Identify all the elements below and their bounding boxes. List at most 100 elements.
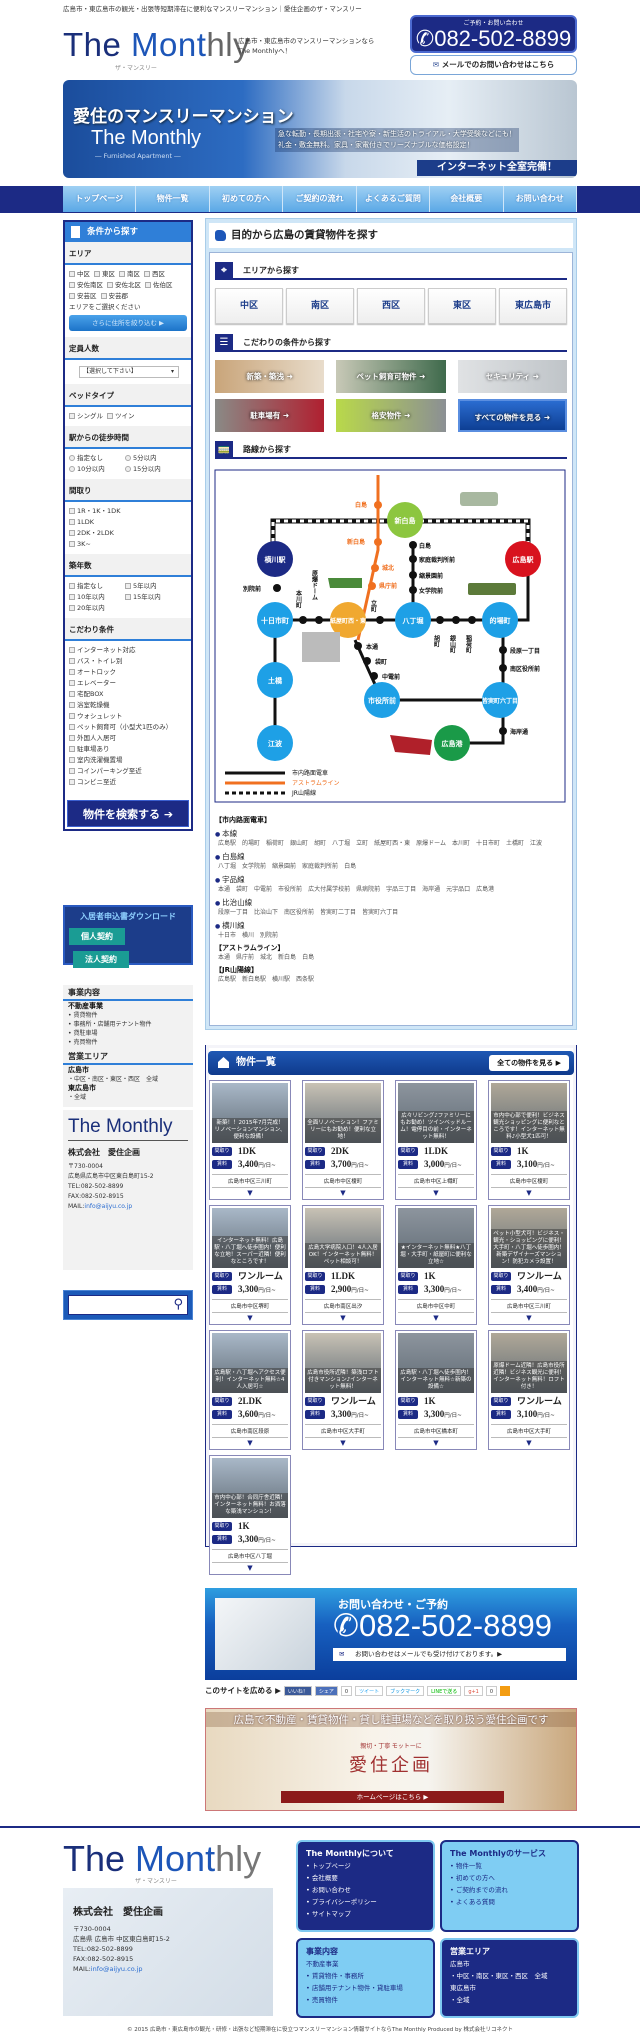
- astram-stop-kenchomae[interactable]: [368, 582, 376, 590]
- hatena-bookmark-button[interactable]: ブックマーク: [386, 1686, 425, 1696]
- option-checkbox[interactable]: コインパーキング至近: [69, 766, 183, 777]
- station-link[interactable]: 白島: [302, 954, 314, 961]
- nav-beginners[interactable]: 初めての方へ: [209, 186, 284, 212]
- area-button-higashihiroshima[interactable]: 東広島市: [499, 288, 567, 324]
- footer-link[interactable]: 物件一覧: [450, 1860, 569, 1872]
- station-link[interactable]: 胡町: [314, 840, 326, 847]
- budget-button[interactable]: 格安物件 ➜: [336, 399, 446, 432]
- parking-button[interactable]: 駐車場有 ➜: [215, 399, 325, 432]
- station-link[interactable]: 新白島駅: [242, 976, 266, 983]
- facebook-like-button[interactable]: いいね！: [283, 1686, 312, 1696]
- option-checkbox[interactable]: シングル: [69, 411, 103, 422]
- area-button-naka[interactable]: 中区: [215, 288, 283, 324]
- radio-button[interactable]: [69, 466, 75, 472]
- area-button-nishi[interactable]: 西区: [357, 288, 425, 324]
- station-link[interactable]: 土橋町: [506, 840, 524, 847]
- expand-arrow-icon[interactable]: ▼: [210, 1563, 290, 1573]
- checkbox[interactable]: [69, 691, 75, 697]
- footer-link[interactable]: 初めての方へ: [450, 1872, 569, 1884]
- pet-ok-button[interactable]: ペット飼育可物件 ➜: [336, 360, 446, 393]
- expand-arrow-icon[interactable]: ▼: [303, 1188, 383, 1198]
- option-checkbox[interactable]: 駐車場あり: [69, 744, 183, 755]
- stop-honkawa[interactable]: [299, 616, 307, 624]
- stop-minamiku[interactable]: [499, 664, 507, 672]
- company-email-link[interactable]: info@aijyu.co.jp: [84, 1203, 132, 1210]
- area-button-higashi[interactable]: 東区: [428, 288, 496, 324]
- property-card[interactable]: インターネット無料！広島駅・八丁堀へ徒歩圏内！便利な立地！スーパー近隣！便利なと…: [209, 1205, 291, 1325]
- checkbox[interactable]: [69, 583, 75, 589]
- station-link[interactable]: 縮景園前: [272, 863, 296, 870]
- stop-ebisu[interactable]: [436, 616, 444, 624]
- stop-shukkeien[interactable]: [409, 571, 417, 579]
- checkbox[interactable]: [69, 669, 75, 675]
- station-link[interactable]: 城北: [260, 954, 272, 961]
- checkbox[interactable]: [69, 724, 75, 730]
- station-link[interactable]: 江波: [530, 840, 542, 847]
- station-link[interactable]: 本川町: [452, 840, 470, 847]
- view-all-properties-button[interactable]: 全ての物件を見る ▶: [489, 1055, 569, 1071]
- aijyu-homepage-button[interactable]: ホームページはこちら ▶: [281, 1791, 504, 1803]
- footer-link[interactable]: 会社概要: [306, 1872, 425, 1884]
- option-checkbox[interactable]: 外国人入居可: [69, 733, 183, 744]
- stop-chuden[interactable]: [370, 672, 378, 680]
- nav-company[interactable]: 会社概要: [430, 186, 504, 212]
- option-checkbox[interactable]: インターネット対応: [69, 645, 183, 656]
- option-radio[interactable]: 15分以内: [125, 464, 177, 475]
- option-checkbox[interactable]: 2DK・2LDK: [69, 528, 183, 539]
- stop-dome[interactable]: [315, 616, 323, 624]
- station-link[interactable]: 横川: [242, 932, 254, 939]
- checkbox[interactable]: [69, 605, 75, 611]
- aijyu-banner[interactable]: 広島で不動産・賃貸物件・貸し駐車場などを取り扱う愛住企画です 親切・丁寧 モット…: [205, 1708, 577, 1811]
- station-link[interactable]: 南区役所前: [284, 909, 314, 916]
- station-link[interactable]: 十日市: [218, 932, 236, 939]
- property-card[interactable]: 市内中心部！合同庁舎近隣！インターネット無料！お洒落な築浅マンション！ 間取り 1K…: [209, 1455, 291, 1575]
- station-link[interactable]: 新白島: [278, 954, 296, 961]
- checkbox[interactable]: [69, 530, 75, 536]
- astram-stop-shin_hakushima[interactable]: [374, 538, 382, 546]
- station-link[interactable]: 段原一丁目: [218, 909, 248, 916]
- option-checkbox[interactable]: 安佐北区: [107, 280, 141, 291]
- station-link[interactable]: 稲荷町: [266, 840, 284, 847]
- footer-link[interactable]: プライバシーポリシー: [306, 1896, 425, 1908]
- new-building-button[interactable]: 新築・築浅 ➜: [215, 360, 325, 393]
- stop-tatemachi[interactable]: [376, 616, 384, 624]
- property-card[interactable]: 広島大学病院入口！4人入居OK！インターネット無料！ペット相談可！ 間取り 1LDK…: [302, 1205, 384, 1325]
- expand-arrow-icon[interactable]: ▼: [489, 1313, 569, 1323]
- footer-link[interactable]: ご契約までの流れ: [450, 1884, 569, 1896]
- option-checkbox[interactable]: コンビニ至近: [69, 777, 183, 788]
- checkbox[interactable]: [69, 293, 75, 299]
- checkbox[interactable]: [69, 658, 75, 664]
- property-card[interactable]: 市内中心部で便利！ビジネス観光ショッピングに便利なところです！インターネット無料…: [488, 1080, 570, 1200]
- expand-arrow-icon[interactable]: ▼: [210, 1188, 290, 1198]
- checkbox[interactable]: [69, 702, 75, 708]
- station-link[interactable]: 県病院前: [356, 886, 380, 893]
- station-link[interactable]: 海岸通: [422, 886, 440, 893]
- option-checkbox[interactable]: 15年以内: [125, 592, 177, 603]
- station-link[interactable]: 広島駅: [218, 840, 236, 847]
- option-checkbox[interactable]: ウォシュレット: [69, 711, 183, 722]
- footer-link[interactable]: 賃貸物件・事務所: [306, 1970, 425, 1982]
- station-link[interactable]: 的場町: [242, 840, 260, 847]
- checkbox[interactable]: [69, 508, 75, 514]
- station-link[interactable]: 別院前: [260, 932, 278, 939]
- station-link[interactable]: 広島駅: [218, 976, 236, 983]
- astram-stop-hakushima[interactable]: [374, 501, 382, 509]
- station-link[interactable]: 原爆ドーム: [416, 840, 446, 847]
- property-card[interactable]: ★インターネット無料★八丁堀・大手町・紙屋町に便利な立地☆ 間取り 1K 賃料 3,30…: [395, 1205, 477, 1325]
- contact-banner[interactable]: お問い合わせ・ご予約 ✆082-502-8899 ✉ お問い合わせはメールでも受け…: [205, 1588, 577, 1680]
- option-checkbox[interactable]: 安佐南区: [69, 280, 103, 291]
- checkbox[interactable]: [69, 282, 75, 288]
- footer-link[interactable]: お問い合わせ: [306, 1884, 425, 1896]
- option-checkbox[interactable]: 東区: [94, 269, 115, 280]
- option-checkbox[interactable]: 西区: [144, 269, 165, 280]
- radio-button[interactable]: [125, 455, 131, 461]
- mail-inquiry-button[interactable]: ✉ メールでのお問い合わせはこちら: [410, 55, 577, 75]
- stop-hondori[interactable]: [354, 642, 362, 650]
- google-plus-button[interactable]: g+1: [464, 1686, 483, 1696]
- property-card[interactable]: 原爆ドーム近隣！広島市役所近隣！ビジネス観光に便利！インターネット無料！ロフト付…: [488, 1330, 570, 1450]
- station-link[interactable]: 中電前: [254, 886, 272, 893]
- option-checkbox[interactable]: ツイン: [107, 411, 135, 422]
- astram-stop-johoku[interactable]: [371, 564, 379, 572]
- expand-arrow-icon[interactable]: ▼: [396, 1313, 476, 1323]
- facebook-share-button[interactable]: シェア: [314, 1686, 338, 1696]
